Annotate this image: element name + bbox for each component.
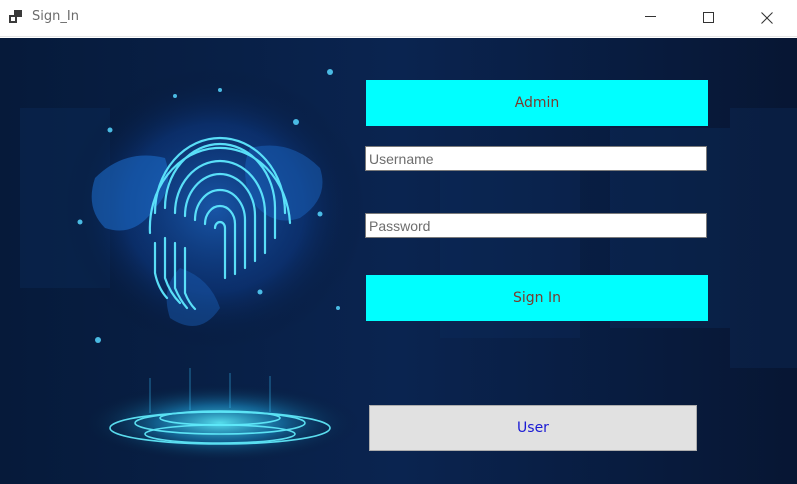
username-field[interactable] bbox=[365, 146, 707, 171]
sign-in-panel: Admin Sign In User bbox=[0, 38, 797, 484]
close-icon bbox=[761, 12, 773, 24]
minimize-button[interactable] bbox=[628, 0, 674, 36]
window-title: Sign_In bbox=[32, 9, 79, 24]
maximize-button[interactable] bbox=[686, 0, 732, 36]
admin-button[interactable]: Admin bbox=[366, 80, 708, 126]
password-field[interactable] bbox=[365, 213, 707, 238]
close-button[interactable] bbox=[744, 0, 790, 36]
app-icon bbox=[9, 10, 22, 23]
user-button[interactable]: User bbox=[369, 405, 697, 451]
minimize-icon bbox=[645, 16, 656, 17]
title-bar[interactable]: Sign_In bbox=[0, 0, 797, 37]
maximize-icon bbox=[703, 12, 714, 23]
sign-in-button[interactable]: Sign In bbox=[366, 275, 708, 321]
